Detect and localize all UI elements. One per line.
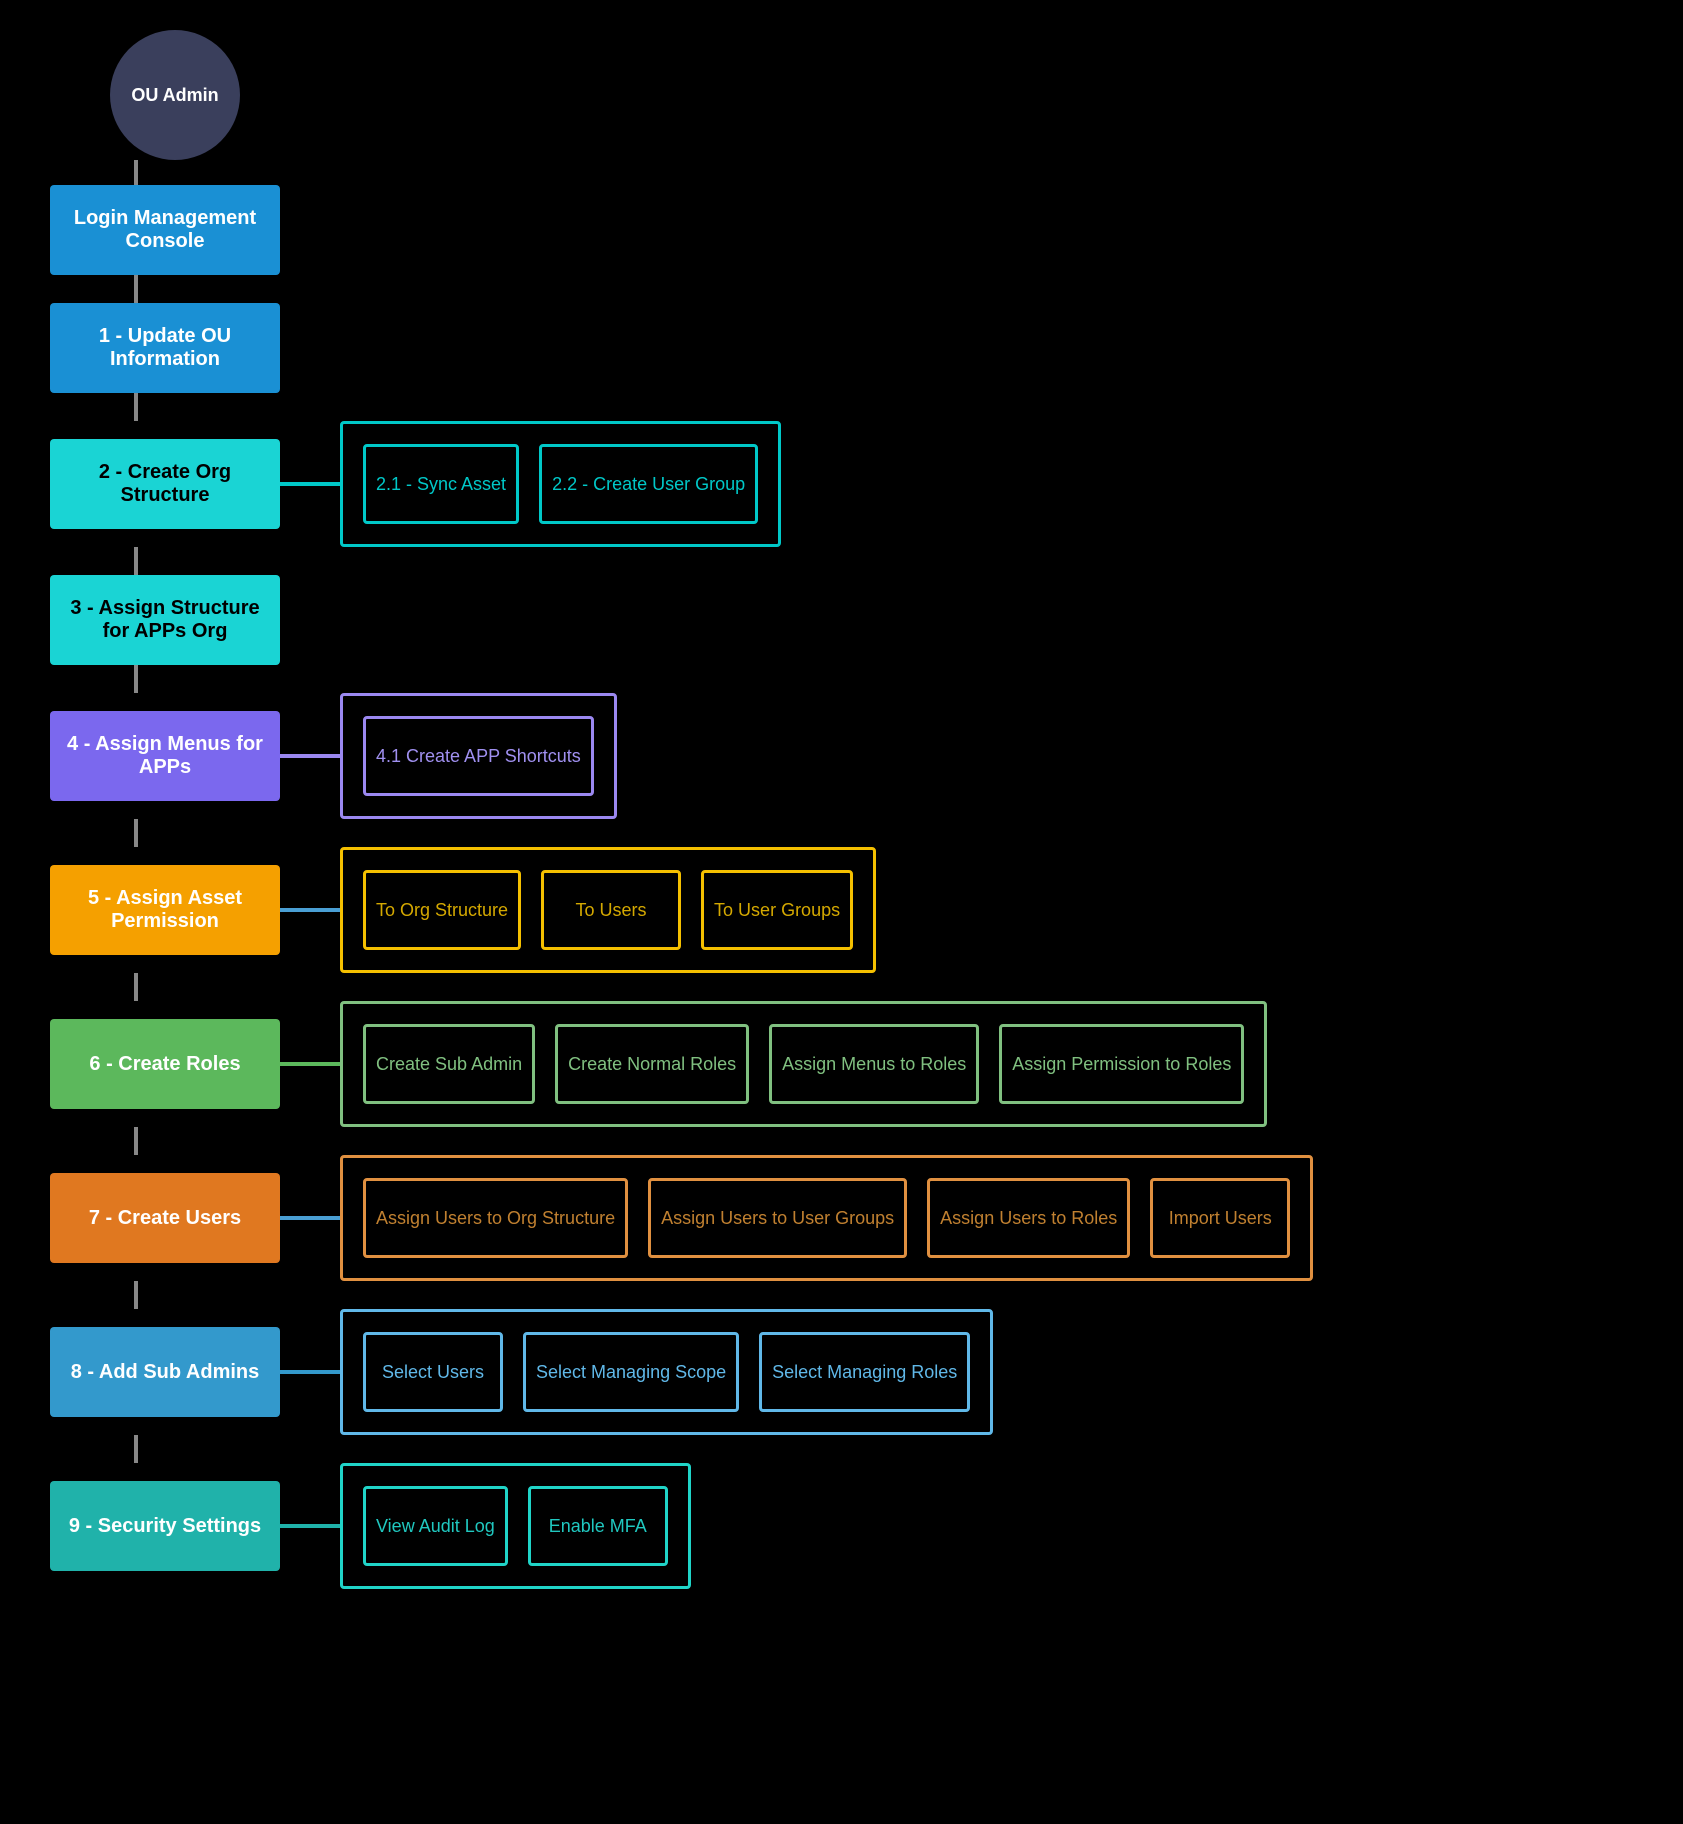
login-box[interactable]: Login Management Console xyxy=(50,185,280,275)
sub-box-7-1[interactable]: Assign Users to Org Structure xyxy=(363,1178,628,1258)
connector-line xyxy=(134,160,138,185)
sub-box-5-1[interactable]: To Org Structure xyxy=(363,870,521,950)
row-step7: 7 - Create Users Assign Users to Org Str… xyxy=(30,1155,1683,1281)
h-connector-4 xyxy=(280,754,340,758)
row-login: Login Management Console xyxy=(30,185,1683,275)
connector-line xyxy=(134,1127,138,1155)
h-connector-7 xyxy=(280,1216,340,1220)
sub-box-9-2[interactable]: Enable MFA xyxy=(528,1486,668,1566)
step6-sub-container: Create Sub Admin Create Normal Roles Ass… xyxy=(340,1001,1267,1127)
row-step1: 1 - Update OU Information xyxy=(30,303,1683,393)
h-connector-9 xyxy=(280,1524,340,1528)
connector-line xyxy=(134,1435,138,1463)
sub-box-9-1[interactable]: View Audit Log xyxy=(363,1486,508,1566)
connector-line xyxy=(134,665,138,693)
h-connector-5 xyxy=(280,908,340,912)
connector-line xyxy=(134,1281,138,1309)
h-connector-8 xyxy=(280,1370,340,1374)
sub-box-7-2[interactable]: Assign Users to User Groups xyxy=(648,1178,907,1258)
sub-box-7-4[interactable]: Import Users xyxy=(1150,1178,1290,1258)
diagram-container: OU Admin Login Management Console 1 - Up… xyxy=(0,0,1683,1649)
step9-box[interactable]: 9 - Security Settings xyxy=(50,1481,280,1571)
sub-box-4-1[interactable]: 4.1 Create APP Shortcuts xyxy=(363,716,594,796)
sub-box-5-3[interactable]: To User Groups xyxy=(701,870,853,950)
connector-line xyxy=(134,393,138,421)
avatar-label: OU Admin xyxy=(131,85,218,106)
step4-sub-container: 4.1 Create APP Shortcuts xyxy=(340,693,617,819)
connector-line xyxy=(134,547,138,575)
avatar: OU Admin xyxy=(110,30,240,160)
step8-sub-container: Select Users Select Managing Scope Selec… xyxy=(340,1309,993,1435)
row-step8: 8 - Add Sub Admins Select Users Select M… xyxy=(30,1309,1683,1435)
row-step6: 6 - Create Roles Create Sub Admin Create… xyxy=(30,1001,1683,1127)
connector-line xyxy=(134,973,138,1001)
step9-sub-container: View Audit Log Enable MFA xyxy=(340,1463,691,1589)
step6-box[interactable]: 6 - Create Roles xyxy=(50,1019,280,1109)
sub-box-2-1[interactable]: 2.1 - Sync Asset xyxy=(363,444,519,524)
h-connector-2 xyxy=(280,482,340,486)
h-connector-6 xyxy=(280,1062,340,1066)
sub-box-6-4[interactable]: Assign Permission to Roles xyxy=(999,1024,1244,1104)
sub-box-8-1[interactable]: Select Users xyxy=(363,1332,503,1412)
sub-box-6-2[interactable]: Create Normal Roles xyxy=(555,1024,749,1104)
sub-box-5-2[interactable]: To Users xyxy=(541,870,681,950)
step7-sub-container: Assign Users to Org Structure Assign Use… xyxy=(340,1155,1313,1281)
step2-box[interactable]: 2 - Create Org Structure xyxy=(50,439,280,529)
sub-box-6-3[interactable]: Assign Menus to Roles xyxy=(769,1024,979,1104)
row-step4: 4 - Assign Menus for APPs 4.1 Create APP… xyxy=(30,693,1683,819)
row-step3: 3 - Assign Structure for APPs Org xyxy=(30,575,1683,665)
connector-line xyxy=(134,819,138,847)
step3-box[interactable]: 3 - Assign Structure for APPs Org xyxy=(50,575,280,665)
sub-box-8-3[interactable]: Select Managing Roles xyxy=(759,1332,970,1412)
sub-box-7-3[interactable]: Assign Users to Roles xyxy=(927,1178,1130,1258)
step2-sub-container: 2.1 - Sync Asset 2.2 - Create User Group xyxy=(340,421,781,547)
row-step5: 5 - Assign Asset Permission To Org Struc… xyxy=(30,847,1683,973)
connector-line xyxy=(134,275,138,303)
sub-box-8-2[interactable]: Select Managing Scope xyxy=(523,1332,739,1412)
step5-box[interactable]: 5 - Assign Asset Permission xyxy=(50,865,280,955)
step5-sub-container: To Org Structure To Users To User Groups xyxy=(340,847,876,973)
step1-box[interactable]: 1 - Update OU Information xyxy=(50,303,280,393)
row-step2: 2 - Create Org Structure 2.1 - Sync Asse… xyxy=(30,421,1683,547)
step4-box[interactable]: 4 - Assign Menus for APPs xyxy=(50,711,280,801)
sub-box-2-2[interactable]: 2.2 - Create User Group xyxy=(539,444,758,524)
row-step9: 9 - Security Settings View Audit Log Ena… xyxy=(30,1463,1683,1589)
sub-box-6-1[interactable]: Create Sub Admin xyxy=(363,1024,535,1104)
step8-box[interactable]: 8 - Add Sub Admins xyxy=(50,1327,280,1417)
step7-box[interactable]: 7 - Create Users xyxy=(50,1173,280,1263)
